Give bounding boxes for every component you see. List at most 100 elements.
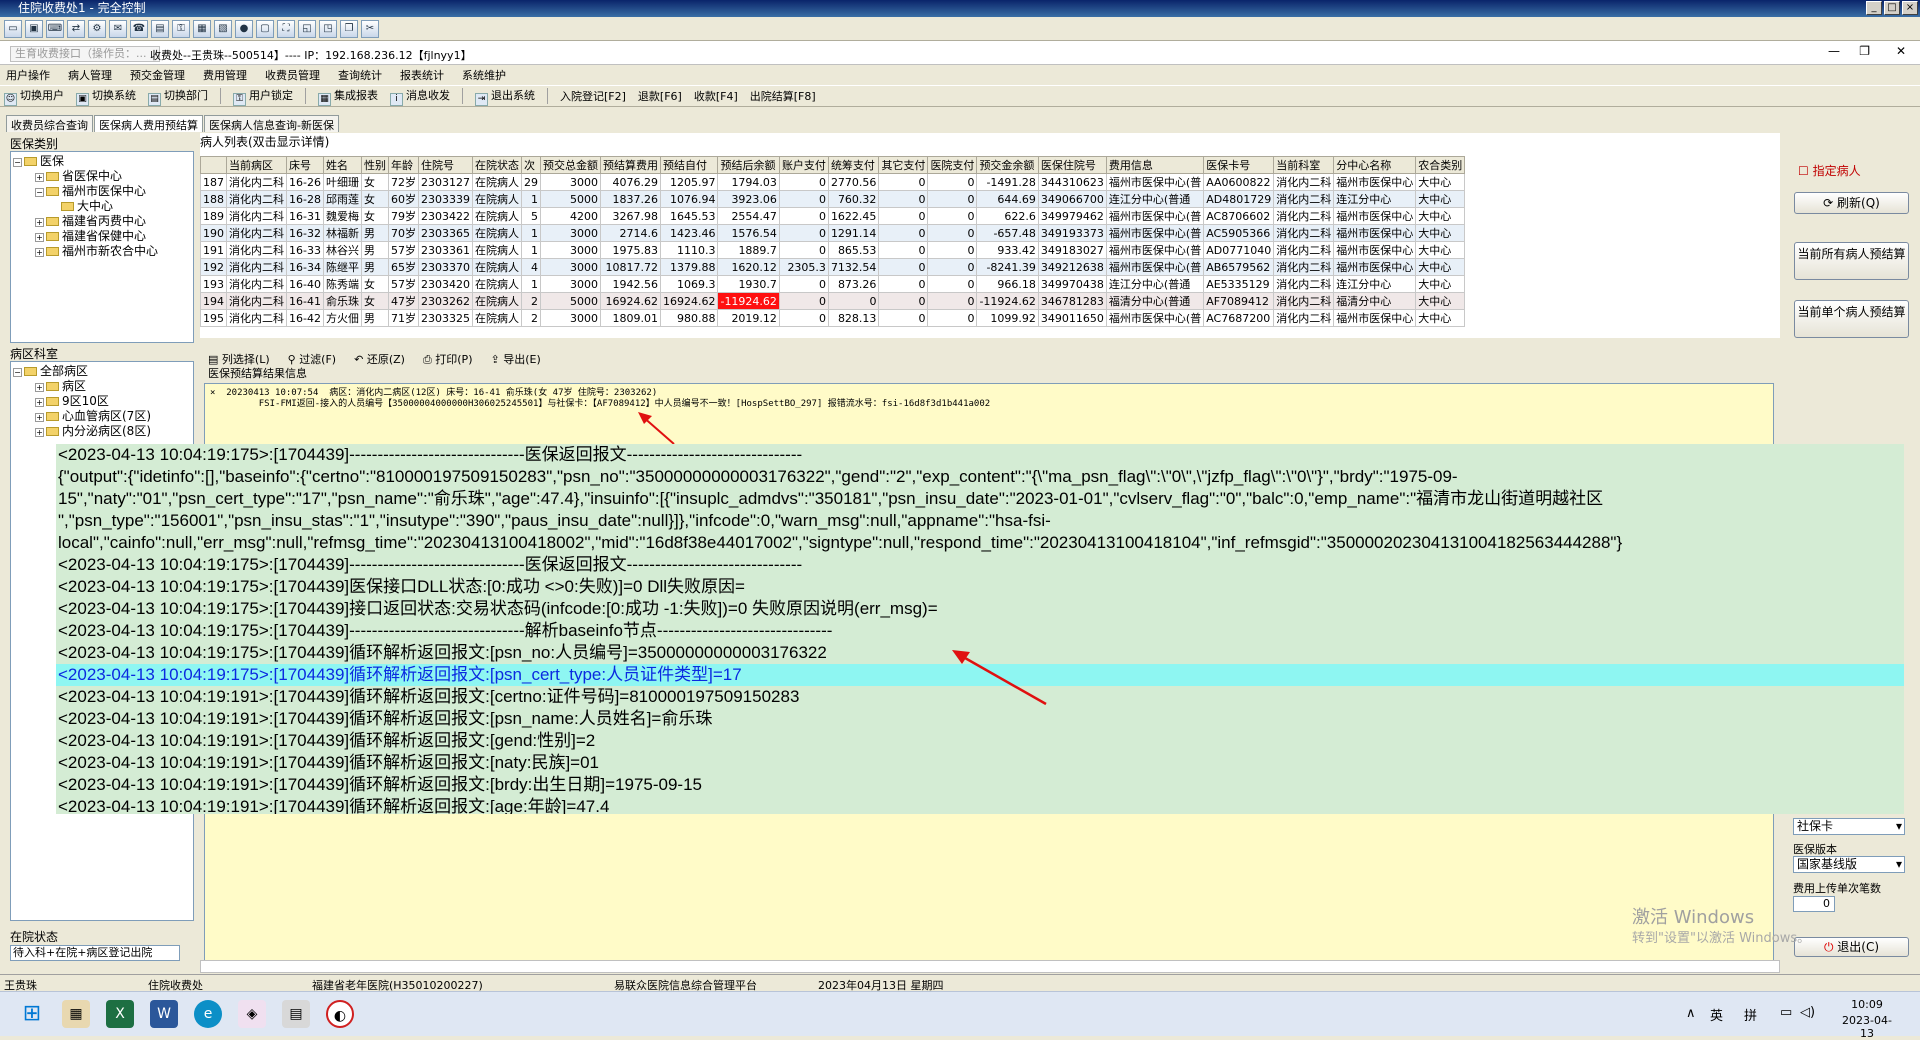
chat-icon[interactable]: ✉ xyxy=(109,19,127,38)
calculator-icon[interactable]: ▤ xyxy=(282,1000,310,1028)
tree-node[interactable]: + 病区 xyxy=(13,379,191,394)
close-icon[interactable]: ✕ xyxy=(1896,44,1906,58)
column-header[interactable]: 医保卡号 xyxy=(1203,156,1275,174)
lock-user-button[interactable]: ⚿ 用户锁定 xyxy=(233,87,293,106)
remote-app-icon[interactable]: ◐ xyxy=(326,1000,354,1028)
menu-patient[interactable]: 病人管理 xyxy=(68,67,112,83)
clock-time[interactable]: 10:09 xyxy=(1840,998,1894,1011)
excel-icon[interactable]: X xyxy=(106,1000,134,1028)
report-button[interactable]: ▦ 集成报表 xyxy=(318,87,378,106)
specify-patient-checkbox[interactable]: ☐ 指定病人 xyxy=(1798,162,1861,179)
table-row[interactable]: 190 消化内二科 16-32 林福新男 70岁 2303365 在院病人 1 3000 2714… xyxy=(200,224,1466,242)
tools-icon[interactable]: ✂ xyxy=(361,19,379,38)
column-header[interactable] xyxy=(200,156,227,174)
tree-node[interactable]: − 医保 xyxy=(13,154,191,169)
column-header[interactable]: 在院状态 xyxy=(471,156,522,174)
menu-system[interactable]: 系统维护 xyxy=(462,67,506,83)
maximize-button[interactable]: □ xyxy=(1884,1,1900,15)
column-header[interactable]: 次 xyxy=(520,156,541,174)
single-precalc-button[interactable]: 当前单个病人预结算 xyxy=(1794,300,1909,338)
upload-count-input[interactable]: 0 xyxy=(1793,896,1835,912)
menu-cashier[interactable]: 收费员管理 xyxy=(265,67,320,83)
column-header[interactable]: 姓名 xyxy=(322,156,362,174)
column-header[interactable]: 医院支付 xyxy=(927,156,978,174)
tree-node[interactable]: − 全部病区 xyxy=(13,364,191,379)
tree-node[interactable]: + 省医保中心 xyxy=(13,169,191,184)
tray-chevron-icon[interactable]: ∧ xyxy=(1686,1006,1696,1021)
transfer-icon[interactable]: ⇄ xyxy=(67,19,85,38)
fullscreen-icon[interactable]: ⛶ xyxy=(277,19,295,38)
keyboard-icon[interactable]: ⌨ xyxy=(46,19,64,38)
discharge-button[interactable]: 出院结算[F8] xyxy=(750,88,816,104)
column-header[interactable]: 预结自付 xyxy=(659,156,719,174)
exit-button[interactable]: ⏻ 退出(C) xyxy=(1794,937,1909,957)
print-button[interactable]: ⎙ 打印(P) xyxy=(423,351,473,367)
table-row[interactable]: 195 消化内二科 16-42 方火佃男 71岁 2303325 在院病人 2 3000 1809… xyxy=(200,309,1466,327)
message-button[interactable]: i 消息收发 xyxy=(390,87,450,106)
column-header[interactable]: 住院号 xyxy=(417,156,473,174)
tree-node[interactable]: + 内分泌病区(8区) xyxy=(13,424,191,439)
table-row[interactable]: 189 消化内二科 16-31 魏爱梅女 79岁 2303422 在院病人 5 4200 3267… xyxy=(200,207,1466,225)
switch-user-button[interactable]: ☺ 切换用户 xyxy=(4,87,64,106)
version-select[interactable]: 国家基线版 ▾ xyxy=(1793,856,1905,873)
settings-icon[interactable]: ⚙ xyxy=(88,19,106,38)
screen-icon[interactable]: ▣ xyxy=(25,19,43,38)
lock-icon[interactable]: ⚿ xyxy=(172,19,190,38)
refund-button[interactable]: 退款[F6] xyxy=(638,88,682,104)
hint-input[interactable]: 生育收费接口（操作员：... xyxy=(10,46,160,62)
column-header[interactable]: 分中心名称 xyxy=(1333,156,1417,174)
restore-icon[interactable]: ❐ xyxy=(1859,44,1870,58)
column-header[interactable]: 统筹支付 xyxy=(827,156,880,174)
volume-icon[interactable]: ◁) xyxy=(1800,1005,1815,1020)
minimize-icon[interactable]: — xyxy=(1828,44,1840,58)
table-row[interactable]: 193 消化内二科 16-40 陈秀端女 57岁 2303420 在院病人 1 3000 1942… xyxy=(200,275,1466,293)
close-button[interactable]: × xyxy=(1902,1,1918,15)
tab-insurance-precalc[interactable]: 医保病人费用预结算 xyxy=(94,115,203,132)
exit-system-button[interactable]: ⇥ 退出系统 xyxy=(475,87,535,106)
column-header[interactable]: 性别 xyxy=(360,156,389,174)
tree-node[interactable]: 大中心 xyxy=(13,199,191,214)
column-header[interactable]: 其它支付 xyxy=(878,156,929,174)
column-header[interactable]: 农合类别 xyxy=(1415,156,1466,174)
patient-table[interactable]: 当前病区 床号 姓名 性别 年龄 住院号 在院状态次预交总金额 预结算费用 预结自付 预结后余额账… xyxy=(200,156,1466,327)
switch-system-button[interactable]: ▣ 切换系统 xyxy=(76,87,136,106)
record-icon[interactable]: ● xyxy=(235,19,253,38)
tool-icon[interactable]: ◈ xyxy=(238,1000,266,1028)
tree-node[interactable]: + 福州市新农合中心 xyxy=(13,244,191,259)
tree-node[interactable]: + 福建省保健中心 xyxy=(13,229,191,244)
menu-user[interactable]: 用户操作 xyxy=(6,67,50,83)
column-header[interactable]: 预结后余额 xyxy=(717,156,780,174)
menu-fee[interactable]: 费用管理 xyxy=(203,67,247,83)
column-header[interactable]: 当前科室 xyxy=(1273,156,1335,174)
admission-button[interactable]: 入院登记[F2] xyxy=(560,88,626,104)
column-header[interactable]: 床号 xyxy=(286,156,324,174)
menu-query[interactable]: 查询统计 xyxy=(338,67,382,83)
column-header[interactable]: 费用信息 xyxy=(1105,156,1205,174)
table-row[interactable]: 188 消化内二科 16-28 邱雨莲女 60岁 2303339 在院病人 1 5000 1837… xyxy=(200,190,1466,208)
column-header[interactable]: 预交金余额 xyxy=(976,156,1039,174)
clock-date[interactable]: 2023-04-13 xyxy=(1836,1014,1898,1040)
column-header[interactable]: 预交总金额 xyxy=(539,156,601,174)
all-precalc-button[interactable]: 当前所有病人预结算 xyxy=(1794,242,1909,280)
column-header[interactable]: 医保住院号 xyxy=(1037,156,1107,174)
tab-insurance-info[interactable]: 医保病人信息查询-新医保 xyxy=(204,115,339,132)
table-row[interactable]: 192 消化内二科 16-34 陈继平男 65岁 2303370 在院病人 4 3000 1081… xyxy=(200,258,1466,276)
minimize-button[interactable]: _ xyxy=(1866,1,1882,15)
menu-report[interactable]: 报表统计 xyxy=(400,67,444,83)
windows-start-icon[interactable]: ⊞ xyxy=(18,1000,46,1028)
app-icon[interactable]: ▦ xyxy=(62,1000,90,1028)
error-message[interactable]: × 20230413 10:07:54 病区：消化内二病区(12区) 床号：16… xyxy=(210,388,990,410)
export-button[interactable]: ⇪ 导出(E) xyxy=(490,351,540,367)
ime-mode[interactable]: 拼 xyxy=(1744,1005,1757,1024)
tab-cashier-query[interactable]: 收费员综合查询 xyxy=(6,115,93,132)
table-row[interactable]: 194 消化内二科 16-41 俞乐珠女 47岁 2303262 在院病人 2 5000 1692… xyxy=(200,292,1466,310)
tree-node[interactable]: + 福建省丙费中心 xyxy=(13,214,191,229)
column-header[interactable]: 年龄 xyxy=(387,156,419,174)
table-row[interactable]: 187 消化内二科 16-26 叶细珊女 72岁 2303127 在院病人 29 3000 407… xyxy=(200,173,1466,191)
monitor-icon[interactable]: ▭ xyxy=(4,19,22,38)
file-icon[interactable]: ▦ xyxy=(193,19,211,38)
tree-node[interactable]: + 心血管病区(7区) xyxy=(13,409,191,424)
restore-button[interactable]: ↶ 还原(Z) xyxy=(354,351,405,367)
card-type-select[interactable]: 社保卡 ▾ xyxy=(1793,818,1905,835)
column-header[interactable]: 账户支付 xyxy=(778,156,829,174)
